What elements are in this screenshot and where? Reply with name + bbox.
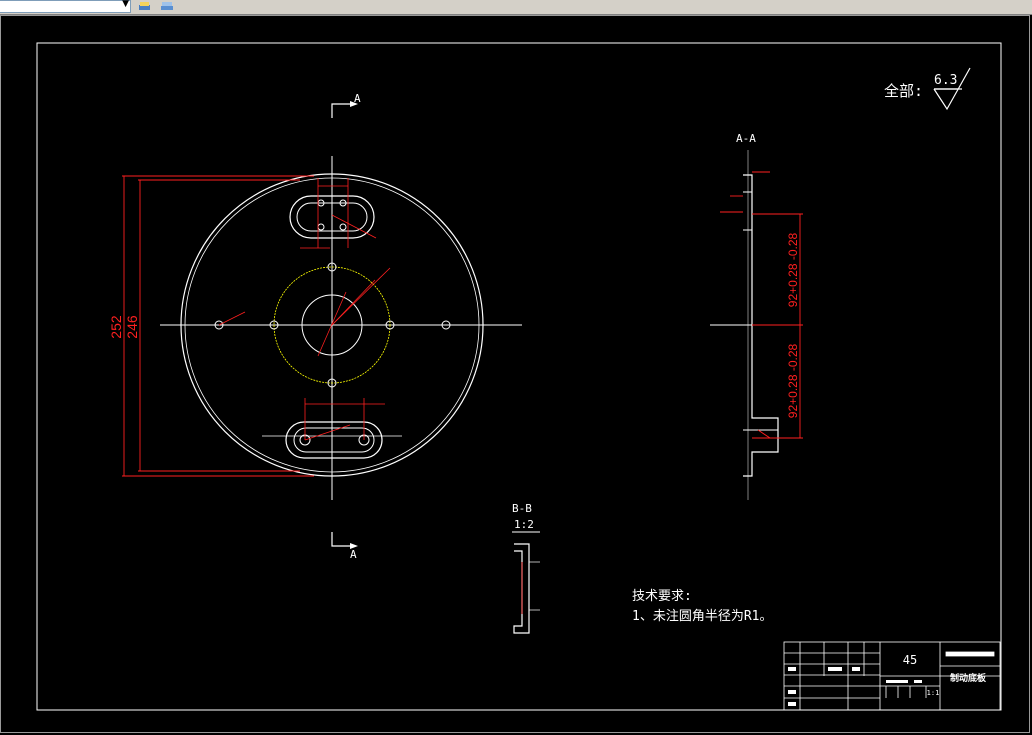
dimension-side-upper: 92+0.28 -0.28 xyxy=(786,232,800,307)
roughness-value: 6.3 xyxy=(934,73,957,88)
layer-properties-icon[interactable] xyxy=(160,0,174,12)
section-bb-label: B-B xyxy=(512,502,532,515)
notes-title: 技术要求: xyxy=(632,589,692,604)
section-bb-view xyxy=(512,531,540,634)
layer-dropdown[interactable]: ▼ xyxy=(0,0,131,13)
chevron-down-icon[interactable]: ▼ xyxy=(122,0,129,9)
cut-label-bottom: A xyxy=(350,548,357,561)
cut-label-top: A xyxy=(354,92,361,105)
drawing-frame xyxy=(36,42,1002,711)
front-view: 252 246 xyxy=(108,101,522,549)
section-aa-label: A-A xyxy=(736,132,756,145)
roughness-prefix: 全部: xyxy=(884,82,923,100)
scale-label: 1:1 xyxy=(927,689,940,697)
dimension-inner-diameter: 246 xyxy=(124,315,140,339)
notes-line: 1、未注圆角半径为R1。 xyxy=(632,609,772,624)
dimension-side-lower: 92+0.28 -0.28 xyxy=(786,343,800,418)
section-aa-view xyxy=(710,150,803,500)
part-name-label: 制动底板 xyxy=(950,672,987,684)
dimension-outer-diameter: 252 xyxy=(108,315,124,339)
cad-drawing-canvas[interactable]: 252 246 A A A-A 92+0.28 -0.28 92+0.28 -0… xyxy=(0,16,1030,732)
toolbar: ▼ xyxy=(0,0,1032,15)
layer-state-icon[interactable] xyxy=(138,0,152,12)
section-bb-scale: 1:2 xyxy=(514,518,534,531)
material-label: 45 xyxy=(903,653,917,667)
